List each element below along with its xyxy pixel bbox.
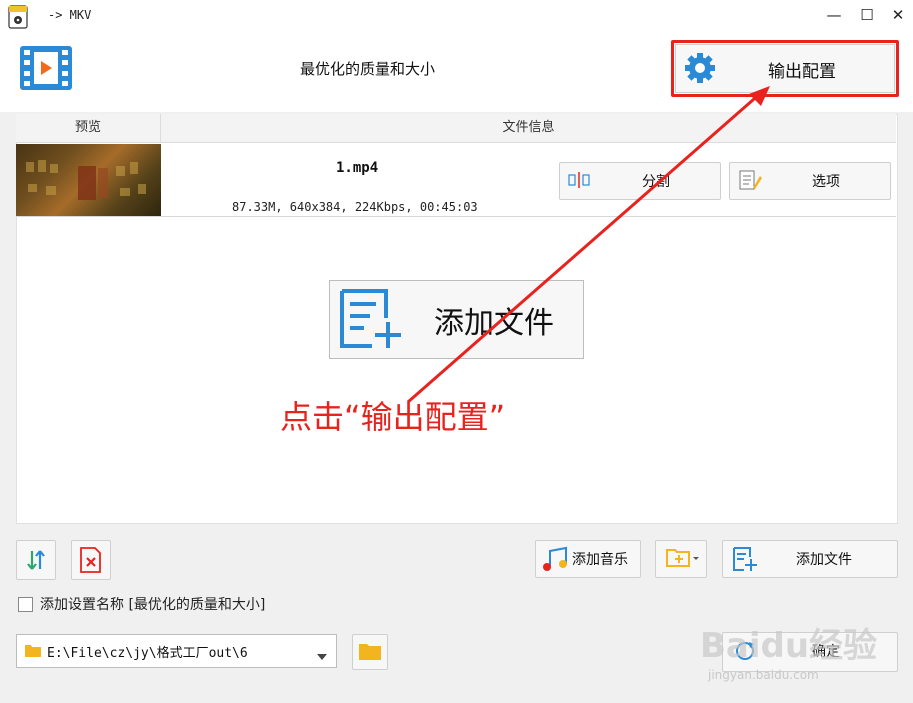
remove-file-icon (78, 546, 104, 574)
watermark-url: jingyan.baidu.com (708, 668, 819, 682)
annotation-text: 点击“输出配置” (280, 398, 506, 436)
sort-icon (24, 548, 48, 572)
add-setting-name-label: 添加设置名称 [最优化的质量和大小] (40, 597, 266, 613)
add-file-small-icon (732, 546, 758, 572)
output-path-value: E:\File\cz\jy\格式工厂out\6 (47, 646, 248, 661)
folder-icon (24, 642, 42, 658)
add-file-label: 添加文件 (796, 552, 852, 568)
browse-folder-icon (358, 641, 382, 661)
watermark: Baidu经验 (700, 626, 878, 666)
folder-add-icon (665, 546, 699, 570)
music-icon (540, 545, 570, 573)
add-setting-name-checkbox[interactable] (18, 597, 33, 612)
chevron-down-icon[interactable] (316, 646, 328, 660)
add-music-label: 添加音乐 (572, 552, 628, 568)
